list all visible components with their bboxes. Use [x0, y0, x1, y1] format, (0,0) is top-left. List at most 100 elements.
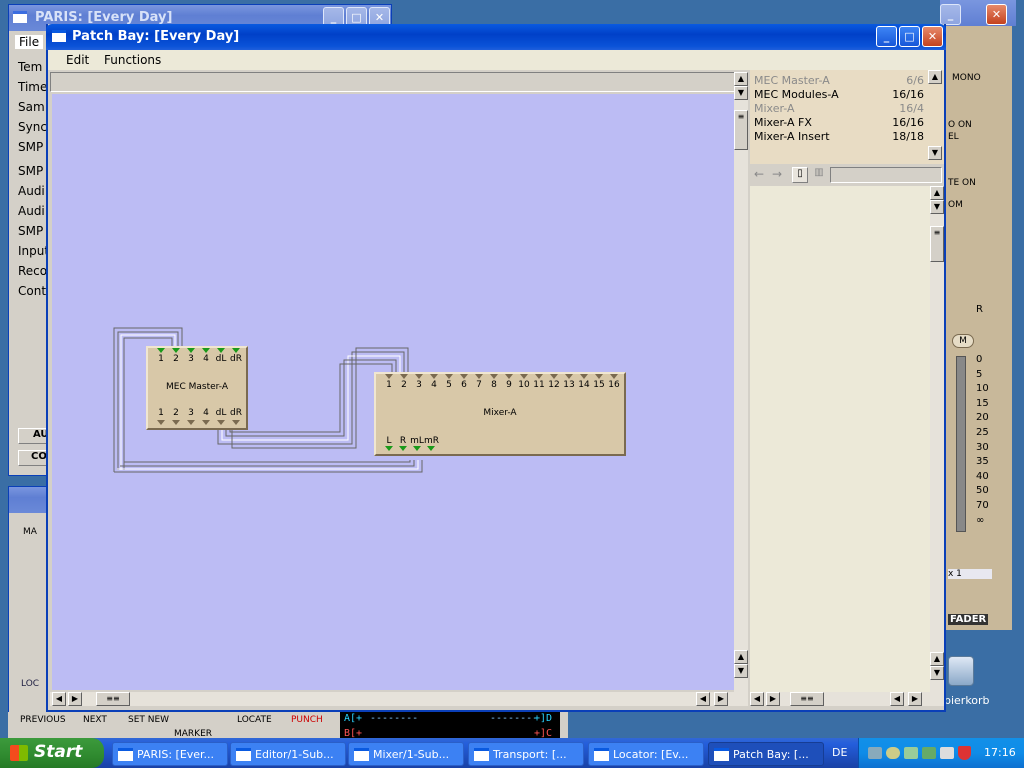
module-list-item[interactable]: MEC Master-A 6/6	[754, 74, 924, 88]
app-icon[interactable]	[922, 747, 936, 759]
scroll-left-icon[interactable]: ◀	[696, 692, 710, 706]
mixer-input-port-label[interactable]: 2	[397, 380, 411, 390]
paris-side-item[interactable]: Cont	[18, 284, 46, 298]
language-indicator[interactable]: DE	[832, 746, 847, 759]
taskbar-button[interactable]: Transport: [...	[468, 742, 584, 766]
scroll-left-icon[interactable]: ◀	[750, 692, 764, 706]
trash-icon[interactable]: ▥	[812, 167, 826, 183]
right-close-icon[interactable]: ✕	[986, 4, 1007, 25]
paris-side-item[interactable]: Audi	[18, 184, 45, 198]
scroll-left-icon[interactable]: ◀	[52, 692, 66, 706]
mec-input-port-label[interactable]: dL	[214, 354, 228, 364]
clock[interactable]: 17:16	[984, 746, 1016, 759]
speaker-icon[interactable]	[886, 747, 900, 759]
mixer-input-port-label[interactable]: 7	[472, 380, 486, 390]
right-minimize-icon[interactable]: _	[940, 4, 961, 25]
scroll-down-icon[interactable]: ▼	[734, 664, 748, 678]
mec-input-port-label[interactable]: 2	[169, 354, 183, 364]
paris-side-item[interactable]: SMP	[18, 224, 43, 238]
taskbar-button[interactable]: Mixer/1-Sub...	[348, 742, 464, 766]
scroll-thumb[interactable]: ≡	[734, 110, 748, 150]
hscroll-thumb[interactable]: ≡≡	[96, 692, 130, 706]
mixer-input-port-label[interactable]: 5	[442, 380, 456, 390]
mec-output-port-label[interactable]: 1	[154, 408, 168, 418]
paris-side-item[interactable]: Reco	[18, 264, 47, 278]
paris-side-item[interactable]: Input	[18, 244, 49, 258]
minimize-icon[interactable]: _	[876, 26, 897, 47]
maximize-icon[interactable]: □	[899, 26, 920, 47]
paris-side-item[interactable]: SMP	[18, 140, 43, 154]
paris-side-item[interactable]: Time	[18, 80, 47, 94]
detail-hscroll[interactable]: ◀ ▶ ≡≡ ◀ ▶	[750, 692, 944, 706]
paris-side-item[interactable]: SMP	[18, 164, 43, 178]
mixer-input-port-label[interactable]: 8	[487, 380, 501, 390]
mixer-input-port-label[interactable]: 12	[547, 380, 561, 390]
mec-output-port-label[interactable]: 2	[169, 408, 183, 418]
scroll-right-icon[interactable]: ▶	[714, 692, 728, 706]
mec-input-port-label[interactable]: 1	[154, 354, 168, 364]
module-mec-master[interactable]: 1 2 3 4 dL dR MEC Master-A 1 2 3 4 dL dR	[146, 346, 248, 430]
mixer-bg-title-bar[interactable]	[9, 487, 47, 513]
module-list-item[interactable]: MEC Modules-A 16/16	[754, 88, 924, 102]
mixer-input-port-label[interactable]: 6	[457, 380, 471, 390]
taskbar-button[interactable]: PARIS: [Ever...	[112, 742, 228, 766]
paris-side-item[interactable]: Sam	[18, 100, 45, 114]
scroll-down-icon[interactable]: ▼	[930, 200, 944, 214]
module-list-item[interactable]: Mixer-A 16/4	[754, 102, 924, 116]
mec-output-port-label[interactable]: 4	[199, 408, 213, 418]
mixer-input-port-label[interactable]: 14	[577, 380, 591, 390]
usb-icon[interactable]	[940, 747, 954, 759]
list-scroll-down-icon[interactable]: ▼	[928, 146, 942, 160]
close-icon[interactable]: ✕	[922, 26, 943, 47]
paris-menu-file[interactable]: File	[15, 35, 44, 49]
mixer-input-port-label[interactable]: 13	[562, 380, 576, 390]
mixer-input-port-label[interactable]: 10	[517, 380, 531, 390]
mec-output-port-label[interactable]: dR	[229, 408, 243, 418]
taskbar-button[interactable]: Patch Bay: [...	[708, 742, 824, 766]
scroll-down-icon[interactable]: ▼	[734, 86, 748, 100]
mec-input-port-label[interactable]: 4	[199, 354, 213, 364]
network-icon[interactable]	[868, 747, 882, 759]
mixer-input-port-label[interactable]: 16	[607, 380, 621, 390]
canvas-vscroll[interactable]: ▲ ▼ ≡ ▲ ▼	[734, 72, 748, 692]
scroll-up-icon[interactable]: ▲	[930, 652, 944, 666]
shield-icon[interactable]	[958, 746, 971, 760]
mixer-input-port-label[interactable]: 9	[502, 380, 516, 390]
new-document-icon[interactable]: ▯	[792, 167, 808, 183]
scroll-up-icon[interactable]: ▲	[930, 186, 944, 200]
mec-output-port-label[interactable]: dL	[214, 408, 228, 418]
list-scroll-up-icon[interactable]: ▲	[928, 70, 942, 84]
mixer-input-port-label[interactable]: 1	[382, 380, 396, 390]
detail-vscroll[interactable]: ▲ ▼ ≡ ▲ ▼	[930, 186, 944, 692]
patch-bay-title-bar[interactable]: Patch Bay: [Every Day]	[46, 24, 946, 50]
mixer-output-port-label[interactable]: L	[382, 436, 396, 446]
forward-arrow-icon[interactable]: →	[772, 167, 788, 183]
mixer-output-port-label[interactable]: mL	[410, 436, 424, 446]
scroll-down-icon[interactable]: ▼	[930, 666, 944, 680]
recycle-bin-icon[interactable]	[948, 656, 974, 686]
canvas-hscroll[interactable]: ◀ ▶ ≡≡ ◀ ▶	[50, 692, 748, 706]
paris-side-item[interactable]: Audi	[18, 204, 45, 218]
mixer-input-port-label[interactable]: 4	[427, 380, 441, 390]
scroll-up-icon[interactable]: ▲	[734, 650, 748, 664]
scroll-right-icon[interactable]: ▶	[68, 692, 82, 706]
scroll-right-icon[interactable]: ▶	[766, 692, 780, 706]
menu-edit[interactable]: Edit	[66, 53, 89, 67]
monitor-icon[interactable]	[904, 747, 918, 759]
mixer-input-port-label[interactable]: 15	[592, 380, 606, 390]
mec-input-port-label[interactable]: dR	[229, 354, 243, 364]
fader-track[interactable]	[956, 356, 966, 532]
mec-input-port-label[interactable]: 3	[184, 354, 198, 364]
scroll-left-icon[interactable]: ◀	[890, 692, 904, 706]
module-list-item[interactable]: Mixer-A FX 16/16	[754, 116, 924, 130]
mixer-input-port-label[interactable]: 3	[412, 380, 426, 390]
menu-functions[interactable]: Functions	[104, 53, 161, 67]
mixer-output-port-label[interactable]: mR	[424, 436, 439, 446]
scroll-thumb[interactable]: ≡	[930, 226, 944, 262]
paris-side-item[interactable]: Sync	[18, 120, 47, 134]
mec-output-port-label[interactable]: 3	[184, 408, 198, 418]
m-button[interactable]: M	[952, 334, 974, 348]
hscroll-thumb[interactable]: ≡≡	[790, 692, 824, 706]
scroll-right-icon[interactable]: ▶	[908, 692, 922, 706]
paris-btn-au[interactable]: AU	[18, 428, 49, 444]
